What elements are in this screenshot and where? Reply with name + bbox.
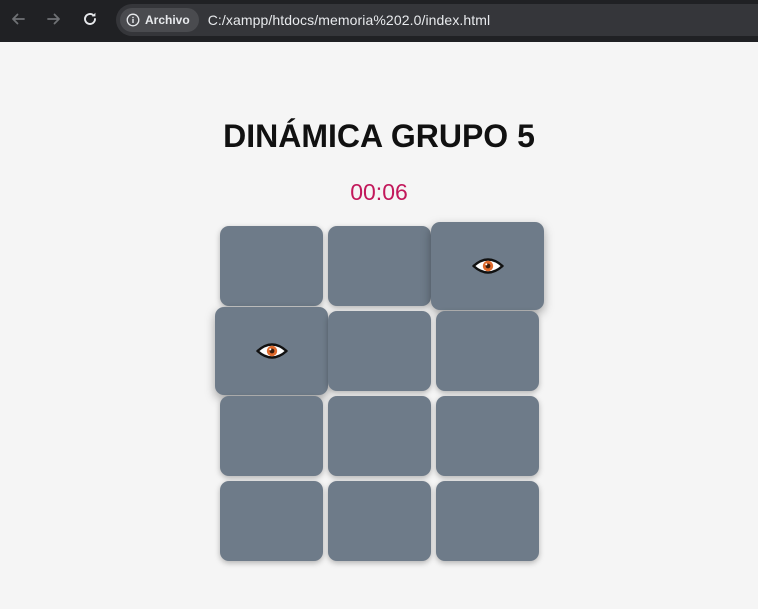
memory-card[interactable] — [431, 222, 544, 310]
memory-card[interactable] — [328, 481, 431, 561]
memory-card[interactable] — [328, 226, 431, 306]
eye-icon — [255, 343, 288, 359]
memory-card[interactable] — [436, 481, 539, 561]
arrow-left-icon — [12, 13, 25, 25]
memory-card[interactable] — [220, 396, 323, 476]
eye-icon — [471, 258, 504, 274]
info-circle-icon — [126, 13, 140, 27]
game-timer: 00:06 — [350, 179, 408, 205]
reload-button[interactable] — [72, 1, 108, 37]
memory-card[interactable] — [328, 396, 431, 476]
site-chip-label: Archivo — [145, 13, 190, 27]
memory-card[interactable] — [220, 226, 323, 306]
browser-toolbar: Archivo C:/xampp/htdocs/memoria%202.0/in… — [0, 0, 758, 42]
memory-card[interactable] — [436, 396, 539, 476]
memory-card[interactable] — [436, 311, 539, 391]
address-bar[interactable]: Archivo C:/xampp/htdocs/memoria%202.0/in… — [116, 4, 758, 36]
memory-card[interactable] — [220, 481, 323, 561]
forward-button[interactable] — [36, 1, 72, 37]
reload-icon — [84, 12, 96, 25]
arrow-right-icon — [47, 13, 60, 25]
url-text[interactable]: C:/xampp/htdocs/memoria%202.0/index.html — [208, 12, 491, 28]
site-info-chip[interactable]: Archivo — [120, 8, 199, 32]
memory-card[interactable] — [215, 307, 328, 395]
back-button[interactable] — [0, 1, 36, 37]
page-title: DINÁMICA GRUPO 5 — [223, 118, 535, 154]
memory-card[interactable] — [328, 311, 431, 391]
